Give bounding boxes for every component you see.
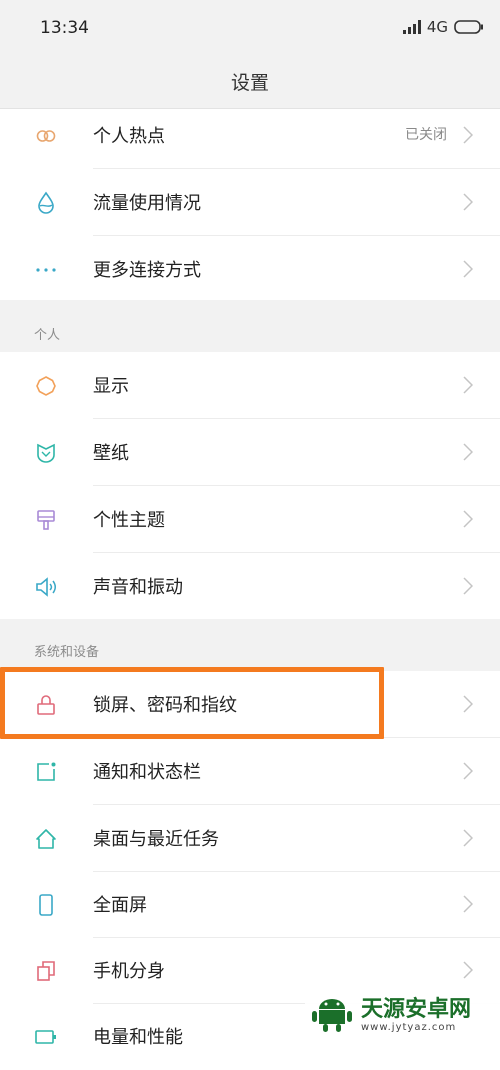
settings-item-data-usage[interactable]: 流量使用情况 [0,169,500,236]
settings-item-theme[interactable]: 个性主题 [0,486,500,553]
chevron-right-icon [463,961,473,979]
theme-brush-icon [37,510,55,530]
settings-item-label: 声音和振动 [93,577,183,598]
watermark-name: 天源安卓网 [361,997,472,1022]
display-sun-icon [36,376,56,396]
chevron-right-icon [463,443,473,461]
settings-item-display[interactable]: 显示 [0,352,500,419]
settings-item-label: 全面屏 [93,895,147,916]
settings-item-fullscreen[interactable]: 全面屏 [0,871,500,938]
chevron-right-icon [463,762,473,780]
battery-icon [35,1030,56,1044]
status-bar: 13:34 4G [0,0,500,58]
settings-item-label: 个人热点 [93,126,165,147]
section-header-system: 系统和设备 [0,619,500,671]
settings-item-sound[interactable]: 声音和振动 [0,553,500,620]
fullscreen-phone-icon [39,894,53,916]
dual-copy-icon [37,961,55,981]
notification-icon [37,762,56,781]
data-usage-icon [38,191,54,214]
settings-item-hotspot[interactable]: 个人热点 已关闭 [0,102,500,169]
watermark-url: www.jytyaz.com [361,1022,457,1033]
status-time: 13:34 [40,18,89,38]
settings-item-label: 电量和性能 [93,1027,183,1048]
highlight-box [0,667,384,739]
settings-item-label: 手机分身 [93,961,165,982]
chevron-right-icon [463,126,473,144]
wallpaper-icon [37,443,55,463]
watermark: 天源安卓网 www.jytyaz.com [305,992,500,1039]
chevron-right-icon [463,260,473,278]
settings-item-label: 更多连接方式 [93,260,201,281]
settings-item-notifications[interactable]: 通知和状态栏 [0,738,500,805]
settings-item-label: 桌面与最近任务 [93,829,219,850]
settings-item-label: 显示 [93,376,129,397]
settings-item-label: 流量使用情况 [93,193,201,214]
section-header-personal: 个人 [0,300,500,352]
sound-speaker-icon [36,577,56,597]
chevron-right-icon [463,376,473,394]
chevron-right-icon [463,577,473,595]
hotspot-status: 已关闭 [405,127,447,143]
section-title: 个人 [34,328,61,343]
chevron-right-icon [463,895,473,913]
chevron-right-icon [463,193,473,211]
home-icon [36,829,56,849]
status-icons: 4G [402,18,484,36]
chevron-right-icon [463,695,473,713]
more-dots-icon [36,268,56,272]
signal-icon [402,20,421,34]
settings-item-label: 壁纸 [93,443,129,464]
chevron-right-icon [463,510,473,528]
network-type: 4G [426,18,448,36]
hotspot-icon [36,130,56,142]
settings-item-label: 通知和状态栏 [93,762,201,783]
android-logo-icon [312,998,352,1032]
settings-item-wallpaper[interactable]: 壁纸 [0,419,500,486]
settings-item-more-connections[interactable]: 更多连接方式 [0,236,500,303]
settings-item-label: 个性主题 [93,510,165,531]
page-title: 设置 [230,72,269,94]
chevron-right-icon [463,829,473,847]
section-title: 系统和设备 [34,645,100,660]
settings-item-home-recents[interactable]: 桌面与最近任务 [0,805,500,872]
battery-status-icon [454,20,483,34]
